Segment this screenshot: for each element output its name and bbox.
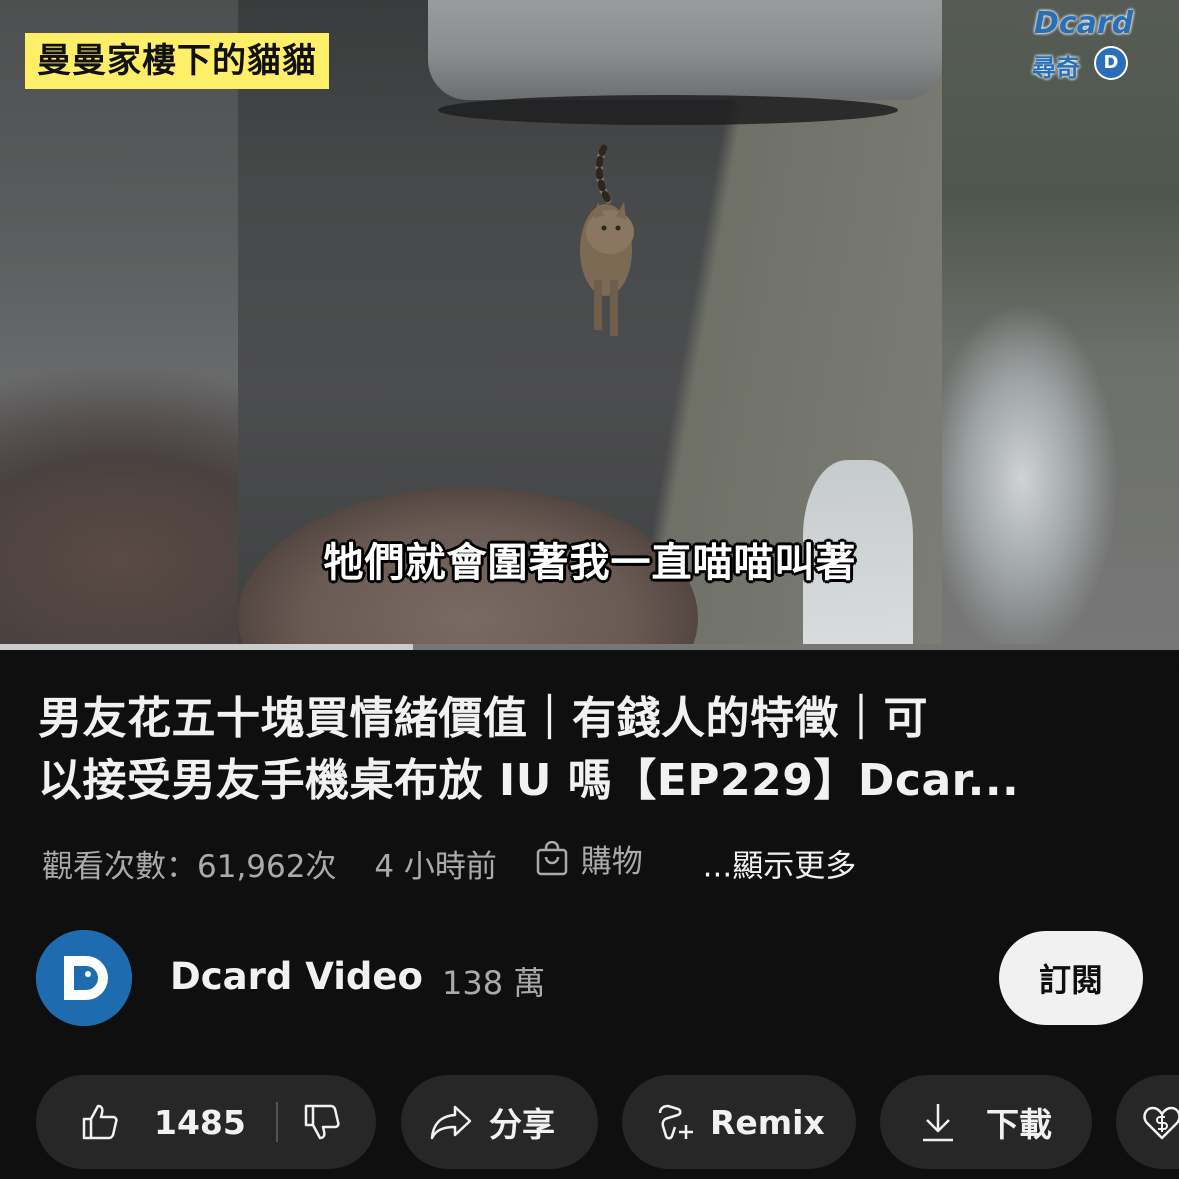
car-bumper [428,0,942,100]
channel-avatar[interactable] [36,930,132,1026]
view-count: 觀看次數：61,962次 [42,848,337,885]
shopping-label: 購物 [580,844,643,880]
video-player[interactable]: 曼曼家樓下的貓貓 Dcard 尋奇 D 牠們就會圍著我一直喵喵叫著 [0,0,1179,648]
remix-button[interactable]: Remix [622,1075,856,1169]
like-count[interactable]: 1485 [154,1103,246,1142]
video-overlay-tag: 曼曼家樓下的貓貓 [25,33,329,89]
remix-icon [654,1101,696,1143]
download-label: 下載 [986,1105,1052,1144]
video-meta[interactable]: 觀看次數：61,962次 4 小時前 購物 ...顯示更多 [42,836,856,886]
thumbs-up-icon[interactable] [80,1102,120,1142]
watermark-brand: Dcard [1034,6,1134,41]
share-icon [429,1103,473,1141]
thumbs-down-icon[interactable] [302,1102,342,1142]
thanks-icon [1142,1102,1179,1142]
share-label: 分享 [489,1105,555,1144]
watermark-logo-icon: D [1094,46,1128,80]
video-blur-right [942,0,1179,648]
subscribe-button[interactable]: 訂閱 [999,931,1143,1025]
video-title-line2: 以接受男友手機桌布放 IU 嗎【EP229】Dcar... [38,755,1020,806]
upload-age: 4 小時前 [374,848,497,885]
watermark-sub: 尋奇 [1032,54,1080,82]
subscriber-count: 138 萬 [442,964,546,1002]
show-more-link[interactable]: ...顯示更多 [703,849,857,885]
car-shadow [438,95,898,125]
channel-name[interactable]: Dcard Video [170,955,423,998]
video-subtitle: 牠們就會圍著我一直喵喵叫著 [323,540,857,586]
download-button[interactable]: 下載 [880,1075,1092,1169]
shopping-bag-icon [536,840,568,875]
video-blur-left [0,0,238,648]
share-button[interactable]: 分享 [401,1075,598,1169]
dcard-logo-icon [36,930,132,1026]
like-divider [275,1102,278,1142]
video-title[interactable]: 男友花五十塊買情緒價值｜有錢人的特徵｜可 以接受男友手機桌布放 IU 嗎【EP2… [38,688,1148,812]
cat-image [580,144,634,336]
shopping-link[interactable]: 購物 [535,836,671,881]
video-title-line1: 男友花五十塊買情緒價值｜有錢人的特徵｜可 [38,693,928,744]
remix-label: Remix [710,1102,825,1142]
download-icon [920,1101,956,1143]
like-dislike-pill: 1485 [36,1075,376,1169]
